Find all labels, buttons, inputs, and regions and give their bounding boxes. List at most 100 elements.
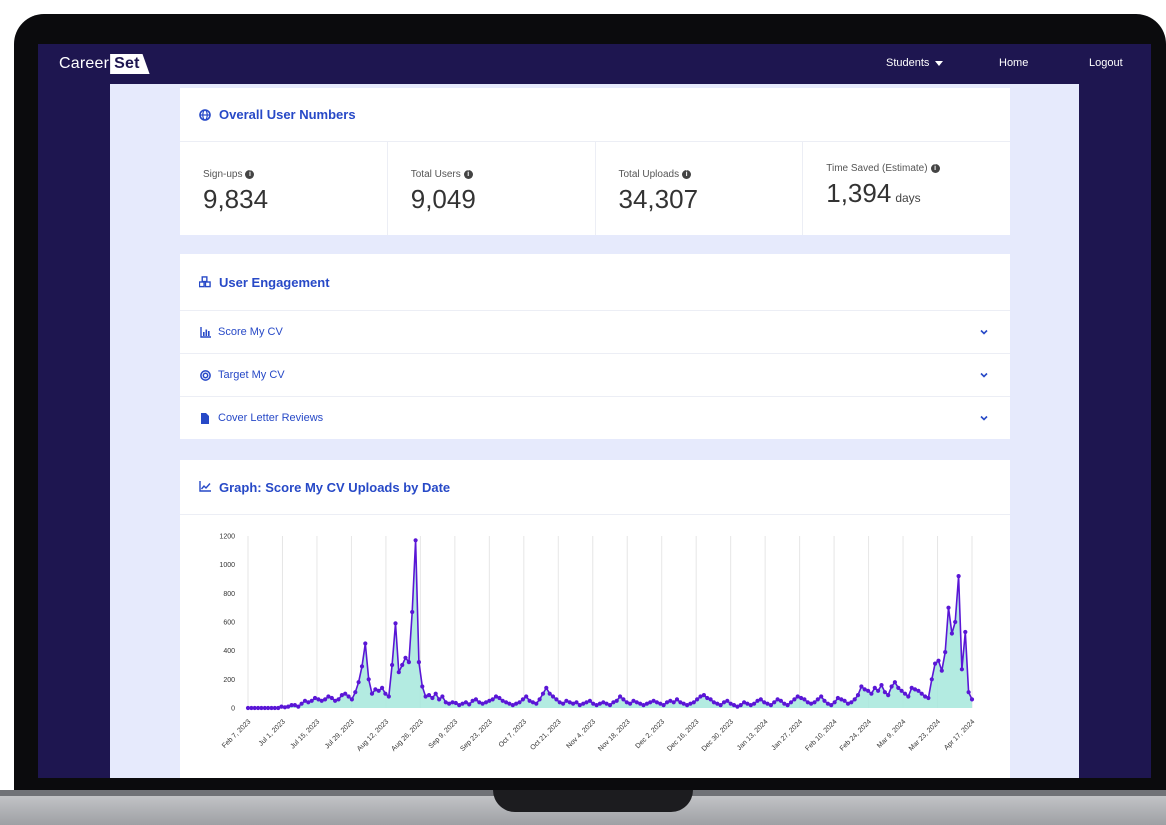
- data-point: [437, 697, 442, 702]
- accordion-label: Score My CV: [218, 326, 283, 338]
- data-point: [738, 703, 743, 708]
- overall-card-title: Overall User Numbers: [219, 107, 356, 122]
- data-point: [621, 697, 626, 702]
- data-point: [695, 697, 700, 702]
- y-tick-label: 800: [223, 591, 235, 598]
- x-tick-label: Sep 9, 2023: [428, 718, 460, 750]
- data-point: [889, 684, 894, 689]
- data-point: [886, 693, 891, 698]
- data-point: [369, 691, 375, 696]
- nav-students-dropdown[interactable]: Students: [886, 57, 944, 69]
- data-point: [356, 680, 361, 685]
- info-icon[interactable]: i: [682, 170, 692, 179]
- data-point: [618, 694, 623, 699]
- data-point: [299, 701, 304, 706]
- y-tick-label: 600: [223, 620, 235, 627]
- data-point: [701, 693, 707, 698]
- data-point: [785, 703, 790, 708]
- data-point: [406, 660, 411, 665]
- file-icon: [200, 412, 211, 424]
- data-point: [366, 677, 371, 682]
- data-point: [936, 658, 941, 663]
- data-point: [946, 605, 951, 610]
- accordion-score-my-cv[interactable]: Score My CV: [180, 310, 1010, 353]
- x-tick-label: Apr 17, 2024: [943, 718, 976, 751]
- accordion-label: Target My CV: [218, 369, 285, 381]
- data-point: [440, 694, 445, 699]
- data-point: [433, 691, 438, 696]
- x-tick-label: Aug 26, 2023: [390, 718, 424, 752]
- data-point: [554, 697, 559, 702]
- user-engagement-card: User Engagement Score My CV Target My CV…: [180, 254, 1010, 439]
- data-point: [323, 697, 328, 702]
- info-icon[interactable]: i: [463, 170, 473, 179]
- stat-total-users: Total Users i 9,049: [388, 142, 596, 235]
- data-point: [628, 701, 633, 706]
- data-point: [390, 662, 395, 668]
- data-point: [929, 677, 934, 682]
- x-tick-label: Jan 13, 2024: [736, 718, 770, 752]
- data-point: [561, 701, 566, 706]
- left-sidebar-band: [38, 84, 110, 778]
- data-point: [832, 700, 837, 705]
- info-icon[interactable]: i: [245, 170, 255, 179]
- x-tick-label: Sep 23, 2023: [459, 718, 493, 752]
- data-point: [363, 641, 368, 646]
- data-point: [547, 691, 552, 696]
- nav-home-link[interactable]: Home: [999, 57, 1028, 69]
- data-point: [939, 668, 944, 673]
- data-point: [467, 702, 472, 707]
- target-icon: [200, 369, 211, 381]
- data-point: [819, 694, 824, 699]
- x-tick-label: Aug 12, 2023: [356, 718, 390, 752]
- y-tick-label: 0: [231, 706, 235, 713]
- overall-card-header: Overall User Numbers: [180, 88, 1010, 142]
- data-point: [718, 703, 723, 708]
- nav-logout-link[interactable]: Logout: [1089, 57, 1123, 69]
- data-point: [943, 650, 948, 655]
- graph-card-title: Graph: Score My CV Uploads by Date: [219, 479, 451, 495]
- data-point: [296, 704, 301, 709]
- x-tick-label: Nov 18, 2023: [597, 718, 631, 752]
- x-tick-label: Jul 15, 2023: [289, 718, 321, 750]
- data-point: [792, 697, 797, 702]
- data-point: [574, 700, 579, 705]
- app-screen: Career Set Students Home Logout Overall …: [38, 44, 1151, 778]
- data-point: [380, 685, 385, 690]
- data-point: [919, 691, 924, 696]
- y-tick-label: 1200: [219, 534, 235, 541]
- accordion-target-my-cv[interactable]: Target My CV: [180, 353, 1010, 396]
- x-tick-label: Jul 29, 2023: [324, 718, 356, 750]
- data-point: [902, 691, 908, 696]
- data-point: [420, 684, 425, 689]
- data-point: [413, 538, 418, 543]
- data-point: [383, 691, 388, 696]
- x-tick-label: Feb 10, 2024: [804, 718, 838, 752]
- brand-logo[interactable]: Career Set: [59, 53, 150, 75]
- x-tick-label: Oct 21, 2023: [529, 718, 562, 751]
- data-point: [416, 660, 421, 665]
- data-point: [400, 662, 405, 668]
- x-tick-label: Jan 27, 2024: [770, 718, 804, 752]
- line-chart-icon: [199, 481, 211, 493]
- data-point: [876, 688, 881, 693]
- data-point: [778, 698, 784, 703]
- chevron-down-icon[interactable]: [980, 371, 988, 379]
- uploads-chart: Feb 7, 2023 Jul 1, 2023 Jul 15, 2023 Jul 29…: [219, 534, 976, 753]
- stats-row: Sign-ups i 9,834 Total Users i 9,049 Total…: [180, 142, 1010, 235]
- nav-students-label: Students: [886, 57, 930, 69]
- data-point: [822, 698, 827, 703]
- data-point: [953, 619, 958, 625]
- data-point: [386, 694, 391, 699]
- chevron-down-icon[interactable]: [980, 328, 988, 336]
- chevron-down-icon[interactable]: [980, 414, 988, 422]
- data-point: [336, 697, 341, 702]
- top-navbar: Career Set Students Home Logout: [38, 44, 1151, 84]
- caret-down-icon: [935, 60, 944, 66]
- stat-signups: Sign-ups i 9,834: [180, 142, 388, 235]
- data-point: [544, 685, 549, 690]
- accordion-cover-letter-reviews[interactable]: Cover Letter Reviews: [180, 396, 1010, 439]
- info-icon[interactable]: i: [930, 164, 940, 173]
- data-point: [430, 695, 435, 701]
- data-point: [788, 700, 794, 705]
